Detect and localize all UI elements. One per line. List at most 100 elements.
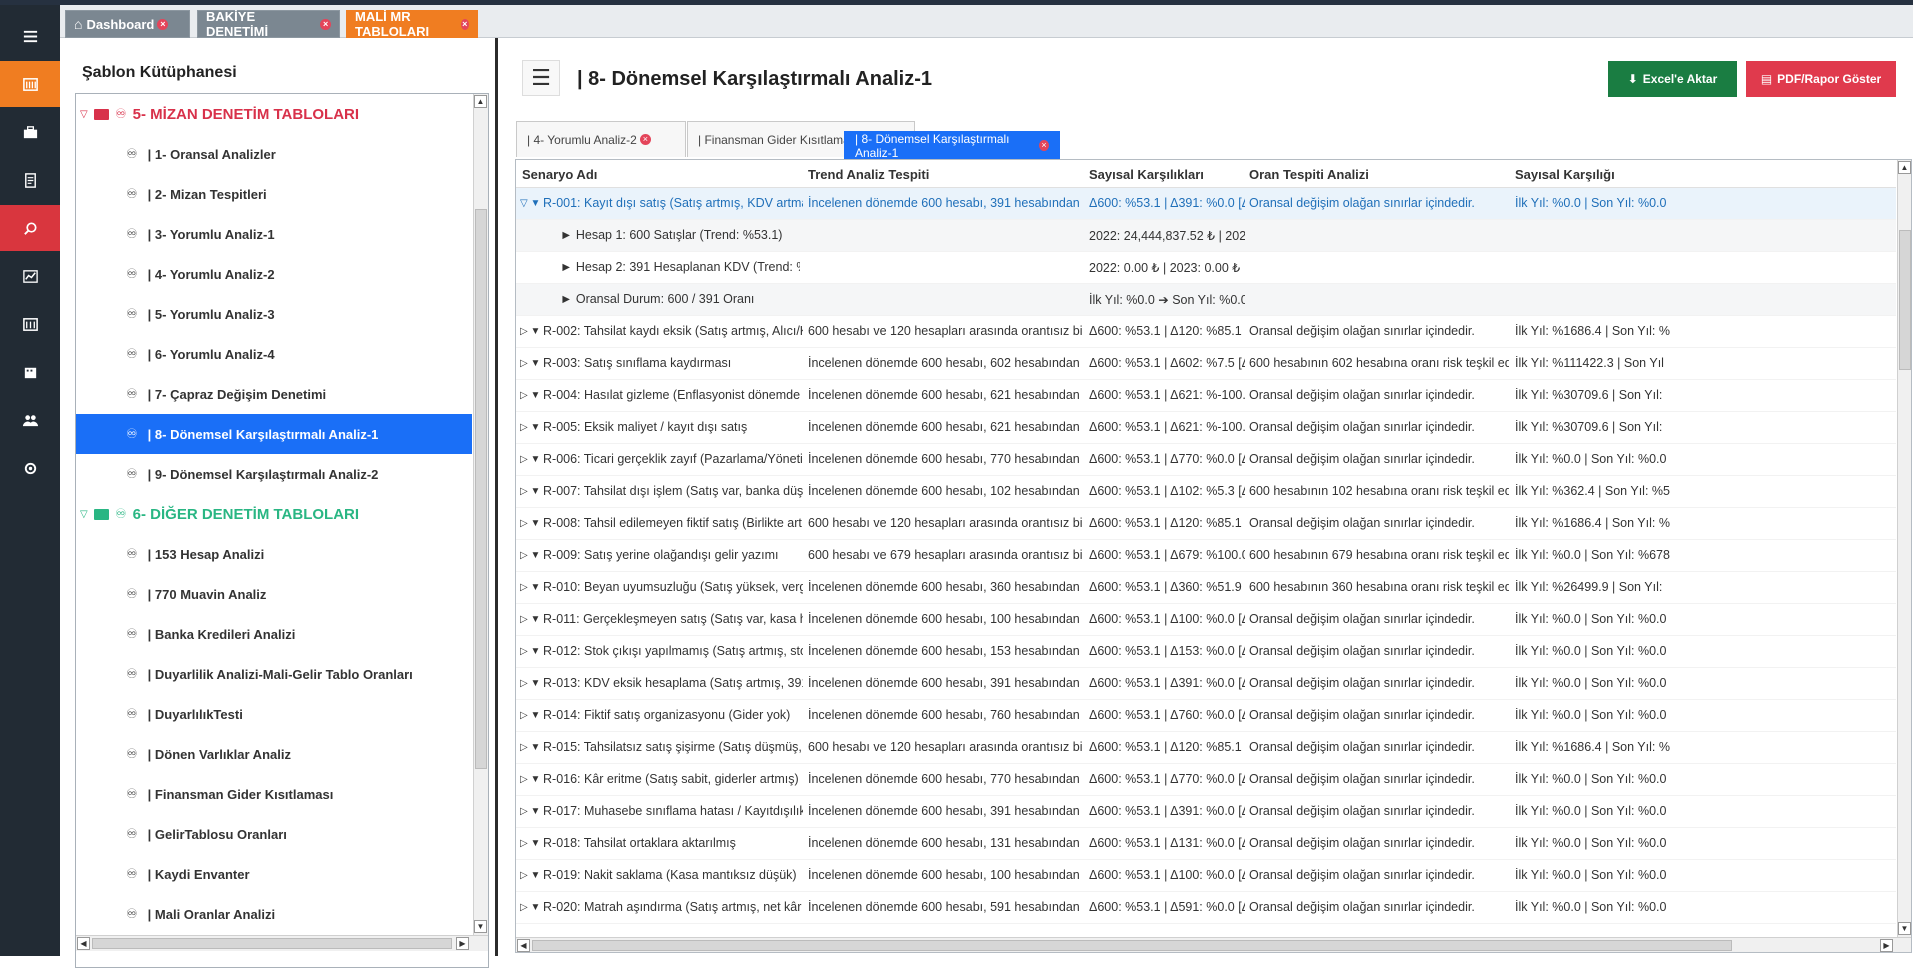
expand-caret-icon[interactable]: ▽ <box>80 109 92 120</box>
grid-row[interactable]: ▷ ▼ R-019: Nakit saklama (Kasa mantıksız … <box>516 860 1896 892</box>
close-icon[interactable]: × <box>460 18 469 30</box>
grid-row[interactable]: ▷ ▼ R-006: Ticari gerçeklik zayıf (Pazarl… <box>516 444 1896 476</box>
grid-row[interactable]: ▷ ▼ R-018: Tahsilat ortaklara aktarılmış İ… <box>516 828 1896 860</box>
tree-item[interactable]: ♾ | 6- Yorumlu Analiz-4 <box>76 334 472 374</box>
tree-item[interactable]: ♾ | 153 Hesap Analizi <box>76 534 472 574</box>
leftbar-building-button[interactable] <box>0 349 60 395</box>
tree-item[interactable]: ♾ | 770 Muavin Analiz <box>76 574 472 614</box>
expand-icon[interactable]: ▷ ▼ <box>520 582 540 593</box>
leftbar-document-button[interactable] <box>0 157 60 203</box>
grid-row[interactable]: ▷ ▼ R-004: Hasılat gizleme (Enflasyonist … <box>516 380 1896 412</box>
tree-horizontal-scrollbar[interactable]: ◀ ▶ <box>76 935 488 951</box>
grid-detail-row[interactable]: ► Hesap 2: 391 Hesaplanan KDV (Trend: %0… <box>516 252 1896 284</box>
tree-group[interactable]: ▽ ♾ 5- MİZAN DENETİM TABLOLARI <box>76 94 472 134</box>
expand-icon[interactable]: ▷ ▼ <box>520 422 540 433</box>
grid-row[interactable]: ▷ ▼ R-016: Kâr eritme (Satış sabit, gider… <box>516 764 1896 796</box>
tree-item[interactable]: ♾ | Duyarlilik Analizi-Mali-Gelir Tablo O… <box>76 654 472 694</box>
leftbar-briefcase-button[interactable] <box>0 109 60 155</box>
expand-caret-icon[interactable]: ▽ <box>80 509 92 520</box>
grid-row[interactable]: ▷ ▼ R-005: Eksik maliyet / kayıt dışı sat… <box>516 412 1896 444</box>
expand-icon[interactable]: ▷ ▼ <box>520 550 540 561</box>
grid-vertical-scrollbar[interactable]: ▲ ▼ <box>1897 160 1911 937</box>
grid-row[interactable]: ▷ ▼ R-012: Stok çıkışı yapılmamış (Satış … <box>516 636 1896 668</box>
scroll-thumb[interactable] <box>1899 230 1911 370</box>
grid-row[interactable]: ▷ ▼ R-008: Tahsil edilemeyen fiktif satış… <box>516 508 1896 540</box>
leftbar-settings-button[interactable] <box>0 445 60 491</box>
expand-icon[interactable]: ▷ ▼ <box>520 806 540 817</box>
grid-row[interactable]: ▷ ▼ R-009: Satış yerine olağandışı gelir … <box>516 540 1896 572</box>
leftbar-report-button[interactable] <box>0 61 60 107</box>
expand-icon[interactable]: ▷ ▼ <box>520 838 540 849</box>
scroll-thumb[interactable] <box>532 940 1732 951</box>
top-tab[interactable]: ⌂ Dashboard × <box>65 10 190 38</box>
tree-item[interactable]: ♾ | 2- Mizan Tespitleri <box>76 174 472 214</box>
grid-row[interactable]: ▷ ▼ R-020: Matrah aşındırma (Satış artmış… <box>516 892 1896 924</box>
expand-icon[interactable]: ▷ ▼ <box>520 518 540 529</box>
scroll-left-icon[interactable]: ◀ <box>77 937 90 950</box>
expand-icon[interactable]: ▷ ▼ <box>520 870 540 881</box>
tree-item[interactable]: ♾ | 8- Dönemsel Karşılaştırmalı Analiz-1 <box>76 414 472 454</box>
close-icon[interactable]: × <box>1039 140 1049 151</box>
top-tab[interactable]: BAKİYE DENETİMİ × <box>197 9 340 39</box>
expand-icon[interactable]: ▷ ▼ <box>520 486 540 497</box>
leftbar-menu-button[interactable] <box>0 13 60 59</box>
grid-row[interactable]: ▽ ▼ R-001: Kayıt dışı satış (Satış artmış… <box>516 188 1896 220</box>
grid-row[interactable]: ▷ ▼ R-017: Muhasebe sınıflama hatası / Ka… <box>516 796 1896 828</box>
tree-item[interactable]: ♾ | 7- Çapraz Değişim Denetimi <box>76 374 472 414</box>
grid-row[interactable]: ▷ ▼ R-015: Tahsilatsız satış şişirme (Sat… <box>516 732 1896 764</box>
scroll-thumb[interactable] <box>92 938 452 949</box>
grid-column-header[interactable]: Oran Tespiti Analizi <box>1249 167 1369 182</box>
grid-column-header[interactable]: Sayısal Karşılıkları <box>1089 167 1204 182</box>
grid-row[interactable]: ▷ ▼ R-003: Satış sınıflama kaydırması İnce… <box>516 348 1896 380</box>
close-icon[interactable]: × <box>320 18 331 30</box>
scroll-down-icon[interactable]: ▼ <box>474 920 487 933</box>
leftbar-users-button[interactable] <box>0 397 60 443</box>
grid-horizontal-scrollbar[interactable]: ◀ ▶ <box>516 937 1911 952</box>
tree-item[interactable]: ♾ | 4- Yorumlu Analiz-2 <box>76 254 472 294</box>
content-tab[interactable]: | 4- Yorumlu Analiz-2 × <box>516 121 686 157</box>
expand-icon[interactable]: ▷ ▼ <box>520 902 540 913</box>
export-excel-button[interactable]: ⬇ Excel'e Aktar <box>1608 61 1737 97</box>
top-tab[interactable]: MALİ MR TABLOLARI × <box>346 9 478 39</box>
tree-item[interactable]: ♾ | 3- Yorumlu Analiz-1 <box>76 214 472 254</box>
show-pdf-button[interactable]: ▤ PDF/Rapor Göster <box>1746 61 1896 97</box>
expand-icon[interactable]: ▷ ▼ <box>520 390 540 401</box>
tree-item[interactable]: ♾ | Dönen Varlıklar Analiz <box>76 734 472 774</box>
close-icon[interactable]: × <box>157 18 169 30</box>
scroll-right-icon[interactable]: ▶ <box>1880 939 1893 952</box>
grid-row[interactable]: ▷ ▼ R-002: Tahsilat kaydı eksik (Satış ar… <box>516 316 1896 348</box>
grid-row[interactable]: ▷ ▼ R-010: Beyan uyumsuzluğu (Satış yükse… <box>516 572 1896 604</box>
tree-group[interactable]: ▽ ♾ 6- DİĞER DENETİM TABLOLARI <box>76 494 472 534</box>
content-tab[interactable]: | 8- Dönemsel Karşılaştırmalı Analiz-1 × <box>844 131 1060 160</box>
tree-item[interactable]: ♾ | Mali Oranlar Analizi <box>76 894 472 934</box>
expand-icon[interactable]: ▷ ▼ <box>520 326 540 337</box>
leftbar-search-button[interactable] <box>0 205 60 251</box>
tree-item[interactable]: ♾ | GelirTablosu Oranları <box>76 814 472 854</box>
grid-detail-row[interactable]: ► Oransal Durum: 600 / 391 Oranı İlk Yıl:… <box>516 284 1896 316</box>
grid-detail-row[interactable]: ► Hesap 1: 600 Satışlar (Trend: %53.1) 20… <box>516 220 1896 252</box>
tree-item[interactable]: ♾ | Kaydi Envanter <box>76 854 472 894</box>
tree-item[interactable]: ♾ | Banka Kredileri Analizi <box>76 614 472 654</box>
close-icon[interactable]: × <box>639 134 651 145</box>
expand-icon[interactable]: ▷ ▼ <box>520 454 540 465</box>
tree-vertical-scrollbar[interactable]: ▲ ▼ <box>473 94 488 935</box>
grid-row[interactable]: ▷ ▼ R-007: Tahsilat dışı işlem (Satış var… <box>516 476 1896 508</box>
expand-icon[interactable]: ▷ ▼ <box>520 358 540 369</box>
tree-item[interactable]: ♾ | 9- Dönemsel Karşılaştırmalı Analiz-2 <box>76 454 472 494</box>
grid-column-header[interactable]: Senaryo Adı <box>522 167 597 182</box>
scroll-thumb[interactable] <box>475 209 487 769</box>
tree-item[interactable]: ♾ | DuyarlılıkTesti <box>76 694 472 734</box>
expand-icon[interactable]: ▷ ▼ <box>520 710 540 721</box>
grid-row[interactable]: ▷ ▼ R-014: Fiktif satış organizasyonu (Gi… <box>516 700 1896 732</box>
menu-toggle-button[interactable]: ☰ <box>522 60 560 96</box>
expand-icon[interactable]: ▷ ▼ <box>520 678 540 689</box>
tree-item[interactable]: ♾ | 1- Oransal Analizler <box>76 134 472 174</box>
scroll-up-icon[interactable]: ▲ <box>474 95 487 108</box>
grid-row[interactable]: ▷ ▼ R-011: Gerçekleşmeyen satış (Satış va… <box>516 604 1896 636</box>
tree-item[interactable]: ♾ | Finansman Gider Kısıtlaması <box>76 774 472 814</box>
grid-column-header[interactable]: Sayısal Karşılığı <box>1515 167 1615 182</box>
leftbar-chart-button[interactable] <box>0 253 60 299</box>
collapse-icon[interactable]: ▽ ▼ <box>520 198 540 209</box>
expand-icon[interactable]: ▷ ▼ <box>520 646 540 657</box>
grid-row[interactable]: ▷ ▼ R-013: KDV eksik hesaplama (Satış art… <box>516 668 1896 700</box>
